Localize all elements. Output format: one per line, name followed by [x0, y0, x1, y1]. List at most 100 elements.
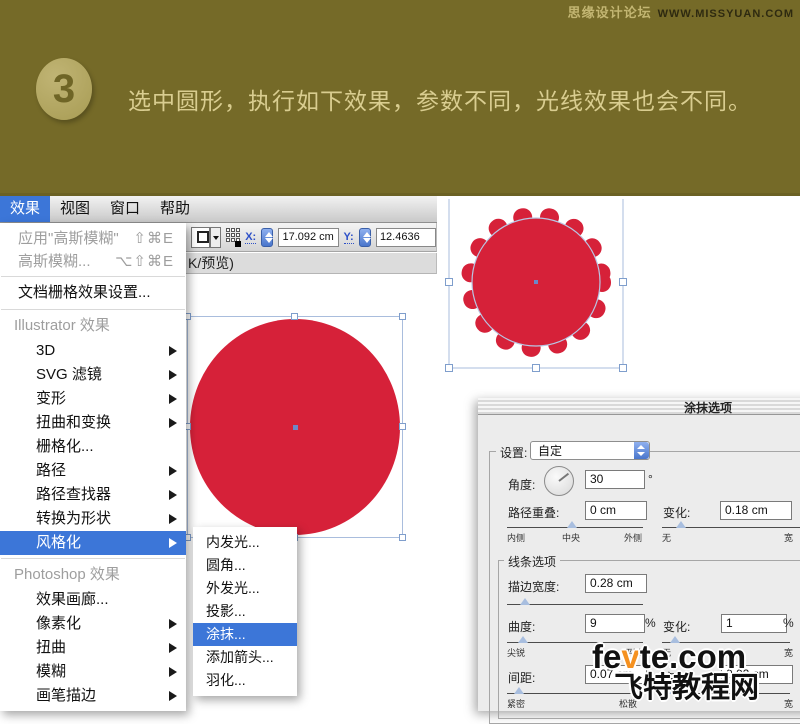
- submenu-item-round-corners[interactable]: 圆角...: [193, 554, 297, 577]
- submenu-arrow-icon: [169, 619, 177, 629]
- slider-thumb-icon[interactable]: [514, 687, 524, 694]
- slider-thumb-icon[interactable]: [567, 521, 577, 528]
- menu-item-apply-gaussian-blur[interactable]: 应用"高斯模糊"⇧⌘E: [0, 227, 186, 250]
- menu-item-brush-strokes[interactable]: 画笔描边: [0, 684, 186, 708]
- reference-point-grid-icon[interactable]: [226, 228, 240, 246]
- overlap-variation-slider-track[interactable]: [662, 527, 800, 528]
- slider-thumb-icon[interactable]: [520, 598, 530, 605]
- y-stepper[interactable]: [359, 228, 371, 247]
- angle-label: 角度:: [508, 476, 535, 493]
- step-badge: 3: [36, 58, 92, 120]
- watermark: fevte.com 飞特教程网: [592, 640, 759, 703]
- curviness-variation-label: 变化:: [663, 618, 690, 635]
- style-dropdown-button[interactable]: [210, 227, 221, 248]
- submenu-arrow-icon: [169, 346, 177, 356]
- scribbled-circle-artwork[interactable]: [440, 199, 632, 377]
- tutorial-banner: 思缘设计论坛WWW.MISSYUAN.COM 3 选中圆形，执行如下效果，参数不…: [0, 0, 800, 196]
- effects-menu: 应用"高斯模糊"⇧⌘E 高斯模糊...⌥⇧⌘E 文档栅格效果设置... Illu…: [0, 223, 186, 711]
- variation-slider-right-label: 宽: [784, 531, 793, 544]
- menu-item-distort[interactable]: 扭曲: [0, 636, 186, 660]
- x-stepper[interactable]: [261, 228, 273, 247]
- selection-handle[interactable]: [399, 423, 406, 430]
- submenu-item-drop-shadow[interactable]: 投影...: [193, 600, 297, 623]
- selection-handle[interactable]: [291, 313, 298, 320]
- menu-item-effect-gallery[interactable]: 效果画廊...: [0, 588, 186, 612]
- curviness-variation-field[interactable]: [721, 614, 787, 633]
- watermark-logo: fevte.com: [592, 640, 759, 673]
- menu-separator: [1, 558, 185, 559]
- submenu-arrow-icon: [169, 418, 177, 428]
- menu-item-path[interactable]: 路径: [0, 459, 186, 483]
- appearance-style-button[interactable]: [191, 227, 210, 248]
- slider-thumb-icon[interactable]: [676, 521, 686, 528]
- settings-preset-dropdown[interactable]: 自定: [530, 441, 650, 460]
- y-position-field[interactable]: 12.4636 cm: [376, 228, 436, 247]
- control-toolbar: X: 17.092 cm Y: 12.4636 cm: [186, 223, 437, 252]
- watermark-site-name: 飞特教程网: [614, 674, 759, 703]
- menu-item-convert-to-shape[interactable]: 转换为形状: [0, 507, 186, 531]
- step-up-icon: [265, 232, 273, 237]
- submenu-arrow-icon: [169, 370, 177, 380]
- variation-slider-left-label: 无: [662, 531, 671, 544]
- menu-item-document-raster-settings[interactable]: 文档栅格效果设置...: [0, 280, 186, 306]
- angle-field[interactable]: [585, 470, 645, 489]
- menubar-item-help[interactable]: 帮助: [150, 196, 200, 222]
- submenu-arrow-icon: [169, 466, 177, 476]
- x-position-field[interactable]: 17.092 cm: [278, 228, 338, 247]
- dialog-titlebar[interactable]: 涂抹选项: [478, 398, 800, 415]
- stroke-width-slider-track[interactable]: [507, 604, 643, 605]
- dropdown-arrow-icon: [213, 236, 219, 240]
- submenu-item-scribble[interactable]: 涂抹...: [193, 623, 297, 646]
- site-credit: 思缘设计论坛WWW.MISSYUAN.COM: [568, 2, 794, 22]
- overlap-slider-track[interactable]: [507, 527, 643, 528]
- percent-symbol: %: [783, 616, 794, 630]
- curviness-label: 曲度:: [508, 618, 535, 635]
- overlap-variation-field[interactable]: [720, 501, 792, 520]
- menu-item-distort-transform[interactable]: 扭曲和变换: [0, 411, 186, 435]
- center-point-marker: [293, 425, 298, 430]
- angle-dial[interactable]: [544, 466, 574, 496]
- selection-handle[interactable]: [399, 313, 406, 320]
- menu-item-pixelate[interactable]: 像素化: [0, 612, 186, 636]
- menu-item-gaussian-blur[interactable]: 高斯模糊...⌥⇧⌘E: [0, 250, 186, 273]
- menu-item-svg-filters[interactable]: SVG 滤镜: [0, 363, 186, 387]
- spacing-label: 间距:: [508, 669, 535, 686]
- menubar-item-view[interactable]: 视图: [50, 196, 100, 222]
- dial-needle-icon: [558, 473, 569, 482]
- overlap-slider-center-label: 中央: [562, 531, 580, 544]
- stroke-width-label: 描边宽度:: [508, 578, 559, 595]
- menu-item-stylize[interactable]: 风格化: [0, 531, 186, 555]
- settings-label: 设置:: [496, 444, 531, 461]
- submenu-item-feather[interactable]: 羽化...: [193, 669, 297, 692]
- path-overlap-label: 路径重叠:: [508, 504, 559, 521]
- menu-header-photoshop-effects: Photoshop 效果: [0, 562, 186, 588]
- spacing-slider-left-label: 紧密: [507, 697, 525, 710]
- overlap-slider-right-label: 外侧: [624, 531, 642, 544]
- slider-thumb-icon[interactable]: [518, 636, 528, 643]
- submenu-item-add-arrowheads[interactable]: 添加箭头...: [193, 646, 297, 669]
- dialog-title: 涂抹选项: [478, 399, 800, 416]
- stroke-width-field[interactable]: [585, 574, 647, 593]
- submenu-arrow-icon: [169, 667, 177, 677]
- path-overlap-field[interactable]: [585, 501, 647, 520]
- menu-item-pathfinder[interactable]: 路径查找器: [0, 483, 186, 507]
- menu-item-warp[interactable]: 变形: [0, 387, 186, 411]
- menu-item-rasterize[interactable]: 栅格化...: [0, 435, 186, 459]
- menu-item-3d[interactable]: 3D: [0, 339, 186, 363]
- step-number: 3: [53, 67, 75, 111]
- selection-handle[interactable]: [399, 534, 406, 541]
- step-down-icon: [265, 238, 273, 243]
- selection-bounding-box: [187, 316, 403, 538]
- curviness-field[interactable]: [585, 614, 645, 633]
- menu-item-blur[interactable]: 模糊: [0, 660, 186, 684]
- menubar-item-effect[interactable]: 效果: [0, 196, 50, 222]
- banner-heading: 选中圆形，执行如下效果，参数不同，光线效果也会不同。: [128, 82, 752, 116]
- submenu-item-outer-glow[interactable]: 外发光...: [193, 577, 297, 600]
- submenu-arrow-icon: [169, 394, 177, 404]
- submenu-arrow-icon: [169, 691, 177, 701]
- submenu-item-inner-glow[interactable]: 内发光...: [193, 531, 297, 554]
- stylize-submenu: 内发光... 圆角... 外发光... 投影... 涂抹... 添加箭头... …: [193, 527, 297, 696]
- submenu-arrow-icon: [169, 514, 177, 524]
- step-up-icon: [363, 232, 371, 237]
- menubar-item-window[interactable]: 窗口: [100, 196, 150, 222]
